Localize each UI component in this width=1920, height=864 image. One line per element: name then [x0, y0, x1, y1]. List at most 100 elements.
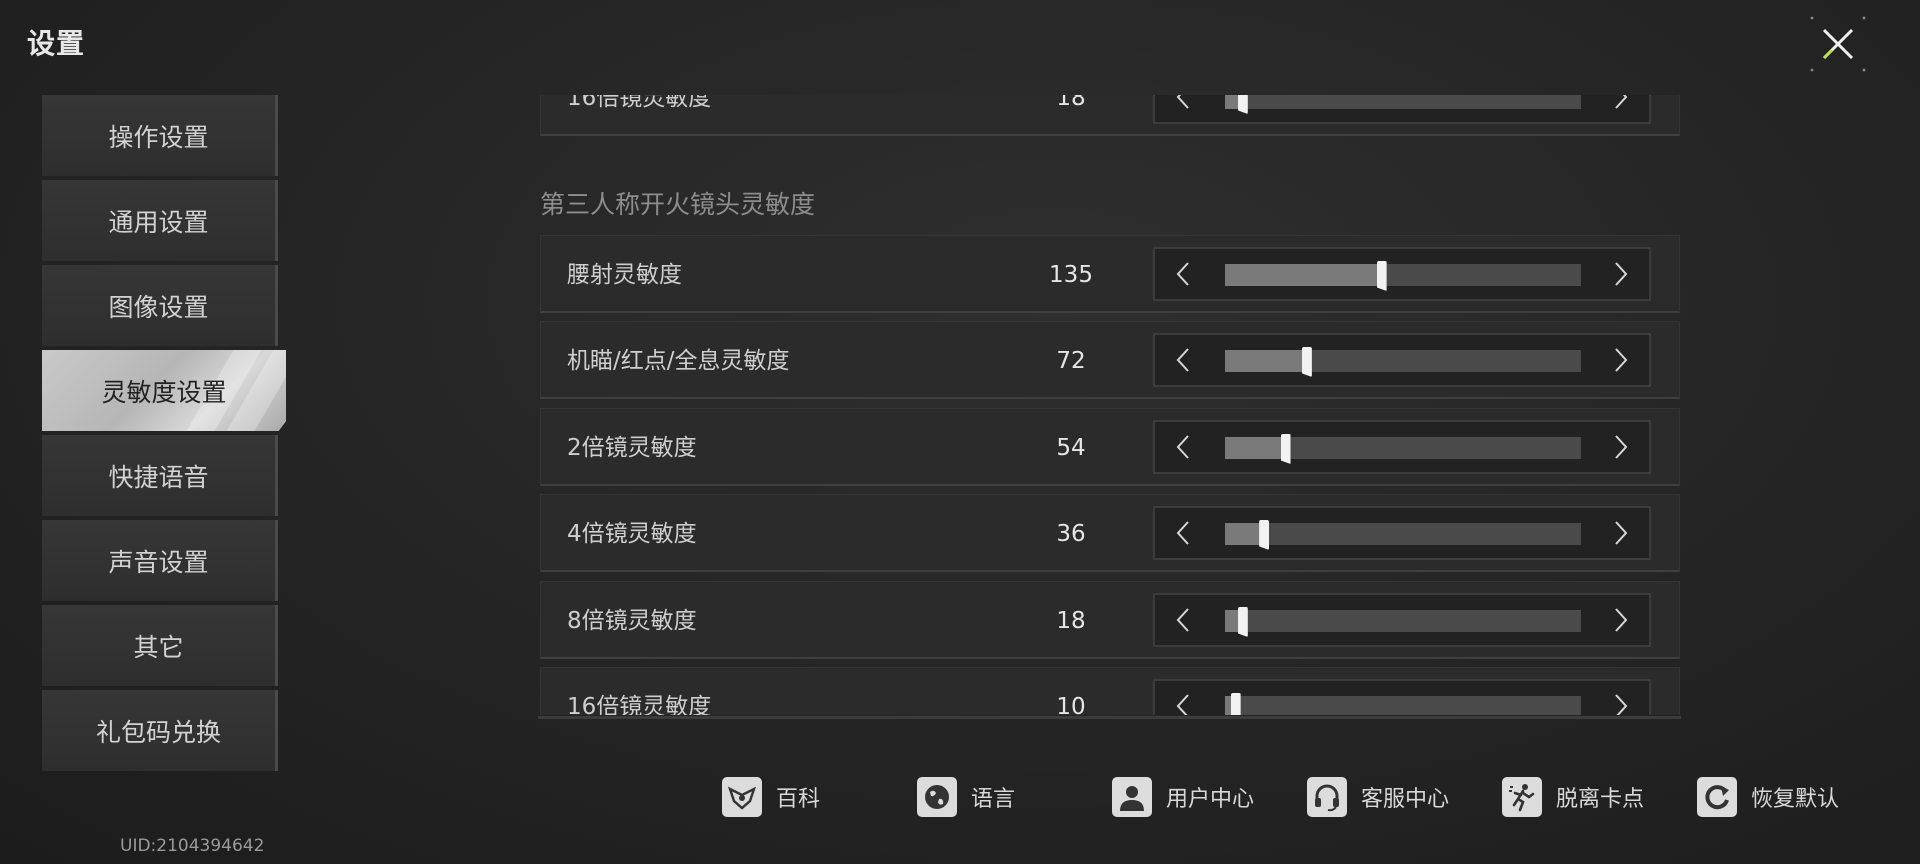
sensitivity-slider[interactable]: [1153, 95, 1651, 124]
chevron-right-icon: [1615, 435, 1628, 459]
close-button[interactable]: [1808, 14, 1868, 74]
slider-thumb[interactable]: [1376, 261, 1387, 291]
setting-row-label: 机瞄/红点/全息灵敏度: [567, 348, 790, 374]
slider-track[interactable]: [1225, 347, 1581, 377]
increase-button[interactable]: [1593, 508, 1649, 558]
chevron-right-icon: [1615, 262, 1628, 286]
sidebar-item-operation-settings[interactable]: 操作设置: [42, 95, 278, 176]
slider-track[interactable]: [1225, 434, 1581, 464]
sidebar-item-label: 通用设置: [108, 207, 209, 237]
sidebar-item-label: 灵敏度设置: [101, 377, 227, 407]
restore-default-label: 恢复默认: [1751, 787, 1840, 812]
reset-icon: [1697, 777, 1737, 817]
chevron-left-icon: [1176, 521, 1189, 545]
sidebar-item-sound-settings[interactable]: 声音设置: [42, 520, 278, 601]
slider-thumb[interactable]: [1280, 434, 1291, 464]
setting-row-value: 18: [1056, 608, 1086, 634]
sidebar-item-graphics-settings[interactable]: 图像设置: [42, 265, 278, 346]
headset-icon: [1307, 777, 1347, 817]
increase-button[interactable]: [1593, 422, 1649, 472]
sidebar-item-label: 其它: [133, 632, 184, 662]
increase-button[interactable]: [1593, 595, 1649, 645]
increase-button[interactable]: [1593, 681, 1649, 715]
sidebar-item-other[interactable]: 其它: [42, 605, 278, 686]
chevron-right-icon: [1615, 608, 1628, 632]
slider-track[interactable]: [1225, 607, 1581, 637]
decrease-button[interactable]: [1155, 508, 1211, 558]
slider-fill: [1225, 523, 1265, 545]
setting-row-label: 2倍镜灵敏度: [567, 435, 697, 461]
decrease-button[interactable]: [1155, 681, 1211, 715]
running-man-icon: [1502, 777, 1542, 817]
setting-row-label: 16倍镜灵敏度: [567, 694, 712, 715]
setting-row-value: 18: [1056, 95, 1086, 111]
slider-fill: [1225, 437, 1286, 459]
sidebar-item-label: 快捷语音: [108, 462, 209, 492]
chevron-left-icon: [1176, 608, 1189, 632]
decrease-button[interactable]: [1155, 249, 1211, 299]
sidebar-item-label: 操作设置: [108, 122, 209, 152]
sidebar-item-label: 声音设置: [108, 547, 209, 577]
decrease-button[interactable]: [1155, 95, 1211, 122]
decrease-button[interactable]: [1155, 335, 1211, 385]
chevron-right-icon: [1615, 95, 1628, 109]
sensitivity-slider[interactable]: [1153, 593, 1651, 647]
decrease-button[interactable]: [1155, 422, 1211, 472]
sidebar-item-quick-voice[interactable]: 快捷语音: [42, 435, 278, 516]
sidebar-item-gift-code[interactable]: 礼包码兑换: [42, 690, 278, 771]
sidebar: 操作设置 通用设置 图像设置 灵敏度设置 快捷语音 声音设置 其它 礼包码兑换: [42, 95, 286, 775]
divider: [538, 716, 1681, 719]
user-icon: [1112, 777, 1152, 817]
chevron-left-icon: [1176, 348, 1189, 372]
chevron-right-icon: [1615, 694, 1628, 715]
customer-service-button[interactable]: 客服中心: [1307, 772, 1449, 822]
language-button[interactable]: 语言: [917, 772, 1015, 822]
wiki-button[interactable]: 百科: [722, 772, 820, 822]
setting-row-value: 135: [1049, 262, 1093, 288]
increase-button[interactable]: [1593, 95, 1649, 122]
unstuck-label: 脱离卡点: [1556, 787, 1645, 812]
setting-row-value: 10: [1056, 694, 1086, 715]
settings-screen: 设置 操作设置 通用设置 图像设置 灵敏度设置 快捷语音 声音设置 其它 礼包码…: [0, 0, 1920, 864]
bottom-bar: 百科 语言 用户中心 客服中心 脱离卡点 恢复默认: [0, 772, 1920, 822]
chevron-left-icon: [1176, 95, 1189, 109]
setting-row-value: 54: [1056, 435, 1086, 461]
setting-row-value: 36: [1056, 521, 1086, 547]
sensitivity-slider[interactable]: [1153, 420, 1651, 474]
close-icon: [1810, 16, 1866, 72]
section-title: 第三人称开火镜头灵敏度: [540, 190, 816, 219]
slider-thumb[interactable]: [1230, 693, 1241, 715]
sensitivity-slider[interactable]: [1153, 247, 1651, 301]
globe-icon: [917, 777, 957, 817]
setting-row-iron-sight: 机瞄/红点/全息灵敏度 72: [540, 321, 1680, 399]
sensitivity-slider[interactable]: [1153, 679, 1651, 715]
chevron-left-icon: [1176, 262, 1189, 286]
restore-default-button[interactable]: 恢复默认: [1697, 772, 1839, 822]
sensitivity-slider[interactable]: [1153, 506, 1651, 560]
increase-button[interactable]: [1593, 335, 1649, 385]
decrease-button[interactable]: [1155, 595, 1211, 645]
sidebar-item-general-settings[interactable]: 通用设置: [42, 180, 278, 261]
page-title: 设置: [27, 27, 86, 60]
slider-thumb[interactable]: [1237, 95, 1248, 114]
user-center-button[interactable]: 用户中心: [1112, 772, 1254, 822]
language-label: 语言: [971, 787, 1016, 812]
user-id-label: UID:2104394642: [120, 836, 265, 856]
increase-button[interactable]: [1593, 249, 1649, 299]
slider-thumb[interactable]: [1259, 520, 1270, 550]
slider-track[interactable]: [1225, 95, 1581, 114]
setting-row-4x-scope: 4倍镜灵敏度 36: [540, 494, 1680, 572]
sidebar-item-sensitivity-settings[interactable]: 灵敏度设置: [42, 350, 286, 431]
slider-thumb[interactable]: [1237, 607, 1248, 637]
unstuck-button[interactable]: 脱离卡点: [1502, 772, 1644, 822]
wiki-label: 百科: [776, 787, 821, 812]
slider-track[interactable]: [1225, 693, 1581, 715]
slider-track[interactable]: [1225, 261, 1581, 291]
settings-scroll-area[interactable]: 16倍镜灵敏度 18 第三人称开火镜头灵敏度 腰射灵敏度 135 机瞄/红点/全…: [538, 95, 1681, 715]
setting-row-8x-scope: 8倍镜灵敏度 18: [540, 581, 1680, 659]
chevron-right-icon: [1615, 521, 1628, 545]
setting-row-label: 8倍镜灵敏度: [567, 608, 697, 634]
slider-track[interactable]: [1225, 520, 1581, 550]
slider-thumb[interactable]: [1301, 347, 1312, 377]
sensitivity-slider[interactable]: [1153, 333, 1651, 387]
